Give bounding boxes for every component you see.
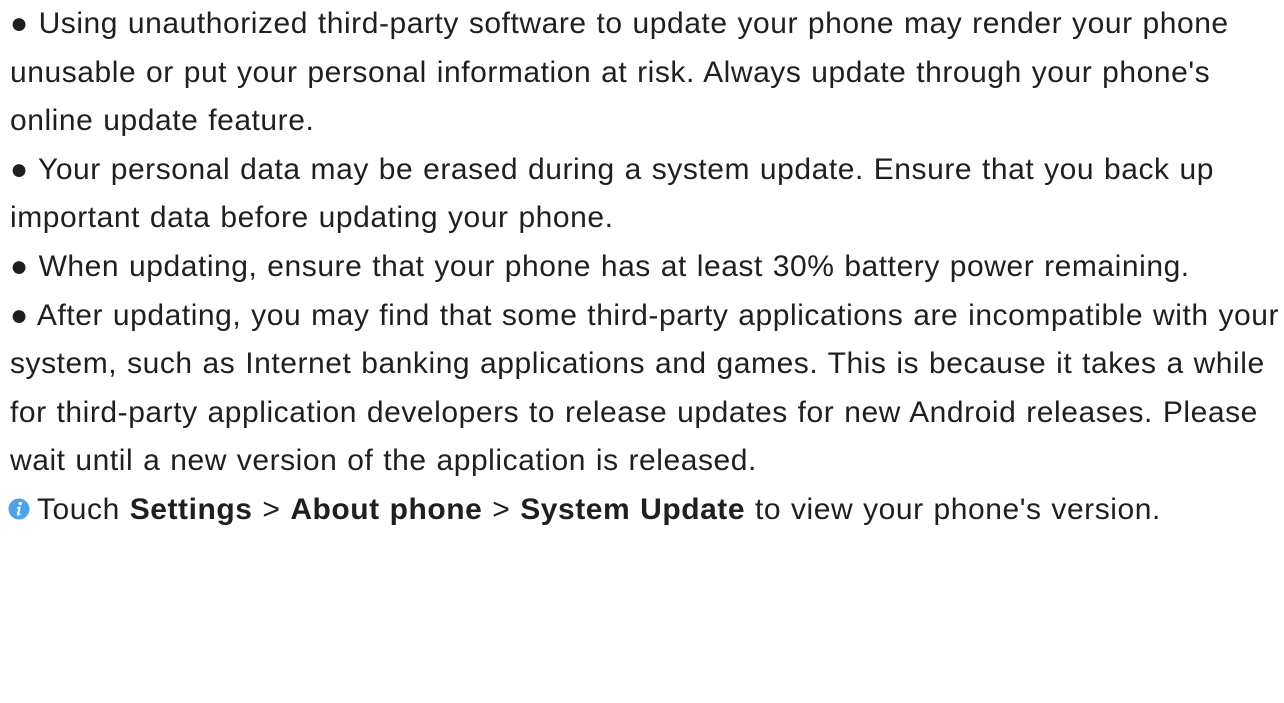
document-body: ● Using unauthorized third-party softwar… (8, 0, 1280, 535)
bullet-marker: ● (10, 298, 29, 332)
tip-path-system-update: System Update (520, 492, 746, 526)
bullet-text: When updating, ensure that your phone ha… (38, 249, 1190, 283)
tip-separator: > (492, 492, 511, 526)
bullet-marker: ● (10, 152, 29, 186)
bullet-text: Your personal data may be erased during … (10, 152, 1214, 235)
tip-prefix: Touch (37, 492, 120, 526)
bullet-item-unauthorized-software: ● Using unauthorized third-party softwar… (10, 0, 1280, 146)
tip-suffix: to view your phone's version. (754, 492, 1161, 526)
tip-note: Touch Settings > About phone > System Up… (8, 486, 1280, 535)
bullet-item-data-erased: ● Your personal data may be erased durin… (10, 146, 1280, 243)
bullet-marker: ● (10, 249, 29, 283)
bullet-item-battery: ● When updating, ensure that your phone … (10, 243, 1280, 292)
bullet-item-incompatible-apps: ● After updating, you may find that some… (10, 292, 1280, 486)
bullet-text: Using unauthorized third-party software … (10, 7, 1229, 138)
tip-path-settings: Settings (129, 492, 253, 526)
tip-separator: > (262, 492, 281, 526)
info-icon (8, 498, 30, 520)
tip-path-about-phone: About phone (290, 492, 483, 526)
bullet-text: After updating, you may find that some t… (10, 298, 1280, 478)
bullet-marker: ● (10, 7, 29, 40)
